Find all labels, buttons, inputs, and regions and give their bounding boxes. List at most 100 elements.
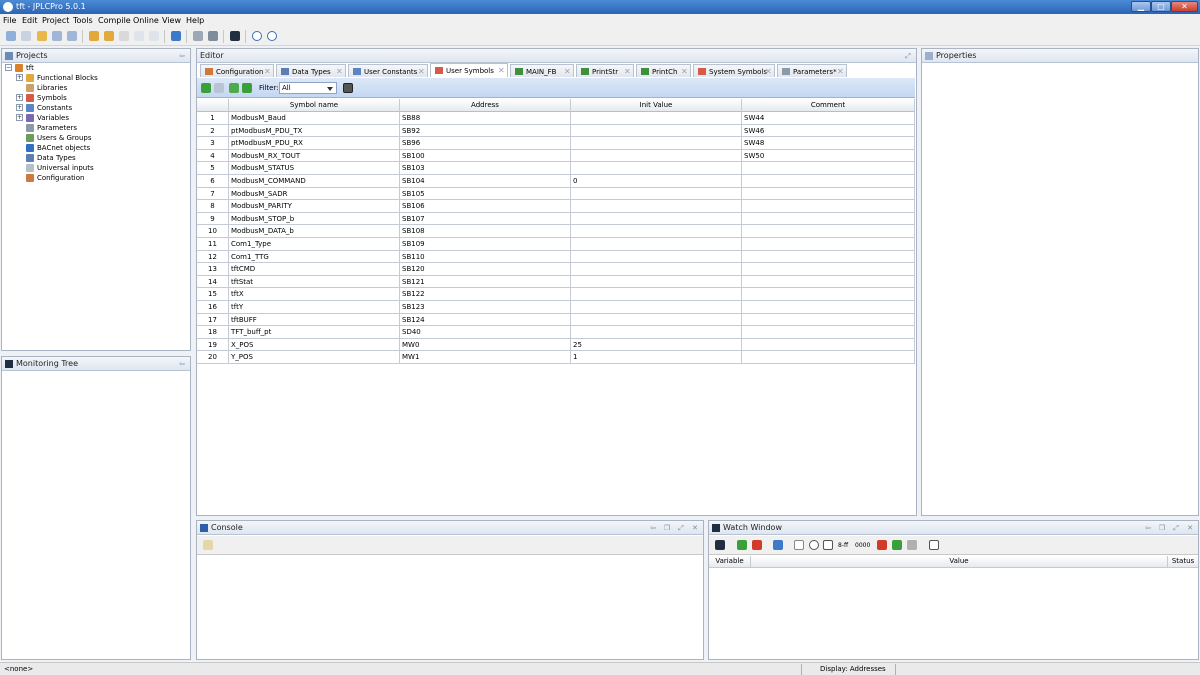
flag-red-icon[interactable] [877, 540, 887, 550]
tree-item-variables[interactable]: Variables [37, 114, 69, 122]
close-panel-icon[interactable]: ✕ [1186, 524, 1194, 532]
menu-edit[interactable]: Edit [22, 16, 38, 25]
tab-main-fb[interactable]: MAIN_FB ✕ [510, 64, 574, 77]
menu-online[interactable]: Online [133, 16, 159, 25]
new-file-icon[interactable] [21, 31, 31, 41]
cell-symbol-name[interactable]: ModbusM_Baud [229, 112, 400, 125]
cell-init-value[interactable] [571, 288, 742, 301]
tab-user-symbols[interactable]: User Symbols ✕ [430, 63, 508, 77]
cell-address[interactable]: MW1 [400, 351, 571, 364]
cell-comment[interactable] [742, 250, 915, 264]
close-tab-icon[interactable]: ✕ [498, 66, 505, 75]
maximize-panel-icon[interactable]: ⤢ [904, 52, 912, 60]
cell-comment[interactable]: SW48 [742, 137, 915, 150]
cell-init-value[interactable] [571, 112, 742, 125]
cell-address[interactable]: SB109 [400, 238, 571, 251]
cell-init-value[interactable] [571, 238, 742, 251]
minimize-panel-icon[interactable]: ⇦ [1144, 524, 1152, 532]
hex-format-icon[interactable]: 0000 [855, 542, 870, 549]
cell-symbol-name[interactable]: tftBUFF [229, 313, 400, 327]
save-all-icon[interactable] [67, 31, 77, 41]
monitor-icon[interactable] [230, 31, 240, 41]
maximize-panel-icon[interactable]: ⤢ [1172, 524, 1180, 532]
check-icon[interactable] [242, 83, 252, 93]
cell-comment[interactable] [742, 225, 915, 238]
collapse-toggle[interactable]: − [5, 64, 12, 71]
cell-comment[interactable] [742, 288, 915, 301]
tree-item-data-types[interactable]: Data Types [37, 154, 76, 162]
close-tab-icon[interactable]: ✕ [264, 67, 271, 76]
menu-view[interactable]: View [162, 16, 181, 25]
bit-toggle-icon[interactable] [823, 540, 833, 550]
tab-data-types[interactable]: Data Types ✕ [276, 64, 346, 77]
tree-item-users-groups[interactable]: Users & Groups [37, 134, 91, 142]
cell-address[interactable]: SB108 [400, 225, 571, 238]
minimize-panel-icon[interactable]: ⇦ [649, 524, 657, 532]
maximize-button[interactable]: □ [1151, 1, 1171, 12]
zoom-out-icon[interactable] [267, 31, 277, 41]
cell-symbol-name[interactable]: ptModbusM_PDU_TX [229, 124, 400, 138]
cut-icon[interactable] [119, 31, 129, 41]
tree-item-libraries[interactable]: Libraries [37, 84, 67, 92]
tab-printstr[interactable]: PrintStr ✕ [576, 64, 634, 77]
tree-item-bacnet-objects[interactable]: BACnet objects [37, 144, 90, 152]
close-tab-icon[interactable]: ✕ [681, 67, 688, 76]
watch-column-status[interactable]: Status [1168, 556, 1198, 568]
cell-init-value[interactable] [571, 124, 742, 138]
add-watch-icon[interactable] [737, 540, 747, 550]
cell-init-value[interactable] [571, 212, 742, 226]
tree-item-constants[interactable]: Constants [37, 104, 72, 112]
cell-comment[interactable] [742, 275, 915, 289]
cell-comment[interactable] [742, 238, 915, 251]
close-panel-icon[interactable]: ✕ [691, 524, 699, 532]
cell-init-value[interactable] [571, 187, 742, 201]
cell-init-value[interactable] [571, 301, 742, 314]
close-tab-icon[interactable]: ✕ [624, 67, 631, 76]
monitor-icon[interactable] [715, 540, 725, 550]
minimize-panel-icon[interactable]: ⇦ [178, 52, 186, 60]
expand-toggle[interactable]: + [16, 104, 23, 111]
tab-printch[interactable]: PrintCh ✕ [636, 64, 691, 77]
close-tab-icon[interactable]: ✕ [336, 67, 343, 76]
cell-address[interactable]: SB100 [400, 149, 571, 163]
cell-init-value[interactable] [571, 162, 742, 175]
cell-init-value[interactable] [571, 275, 742, 289]
tree-item-functional-blocks[interactable]: Functional Blocks [37, 74, 98, 82]
cell-symbol-name[interactable]: ptModbusM_PDU_RX [229, 137, 400, 150]
cell-address[interactable]: SB110 [400, 250, 571, 264]
radio-icon[interactable] [809, 540, 819, 550]
tab-parameters[interactable]: Parameters* ✕ [777, 64, 847, 77]
zoom-in-icon[interactable] [252, 31, 262, 41]
menu-tools[interactable]: Tools [73, 16, 93, 25]
cell-symbol-name[interactable]: ModbusM_RX_TOUT [229, 149, 400, 163]
cell-symbol-name[interactable]: tftStat [229, 275, 400, 289]
cell-comment[interactable] [742, 212, 915, 226]
cell-init-value[interactable] [571, 250, 742, 264]
restore-panel-icon[interactable]: ❐ [1158, 524, 1166, 532]
cell-symbol-name[interactable]: Com1_Type [229, 238, 400, 251]
cell-init-value[interactable] [571, 149, 742, 163]
cell-init-value[interactable]: 0 [571, 175, 742, 188]
fraction-icon[interactable] [794, 540, 804, 550]
cell-address[interactable]: SB122 [400, 288, 571, 301]
cell-address[interactable]: SB104 [400, 175, 571, 188]
menu-file[interactable]: File [3, 16, 16, 25]
cell-comment[interactable] [742, 338, 915, 352]
column-header-symbol-name[interactable]: Symbol name [229, 99, 400, 112]
flag-gray-icon[interactable] [907, 540, 917, 550]
expand-toggle[interactable]: + [16, 114, 23, 121]
cell-init-value[interactable] [571, 225, 742, 238]
close-tab-icon[interactable]: ✕ [418, 67, 425, 76]
minimize-panel-icon[interactable]: ⇦ [178, 360, 186, 368]
cell-comment[interactable] [742, 187, 915, 201]
cell-symbol-name[interactable]: Y_POS [229, 351, 400, 364]
column-header-address[interactable]: Address [400, 99, 571, 112]
cell-symbol-name[interactable]: ModbusM_PARITY [229, 200, 400, 213]
cell-init-value[interactable] [571, 313, 742, 327]
cell-symbol-name[interactable]: ModbusM_DATA_b [229, 225, 400, 238]
cell-address[interactable]: SB107 [400, 212, 571, 226]
cell-address[interactable]: SB92 [400, 124, 571, 138]
expand-toggle[interactable]: + [16, 74, 23, 81]
tab-user-constants[interactable]: User Constants ✕ [348, 64, 428, 77]
menu-compile[interactable]: Compile [98, 16, 131, 25]
